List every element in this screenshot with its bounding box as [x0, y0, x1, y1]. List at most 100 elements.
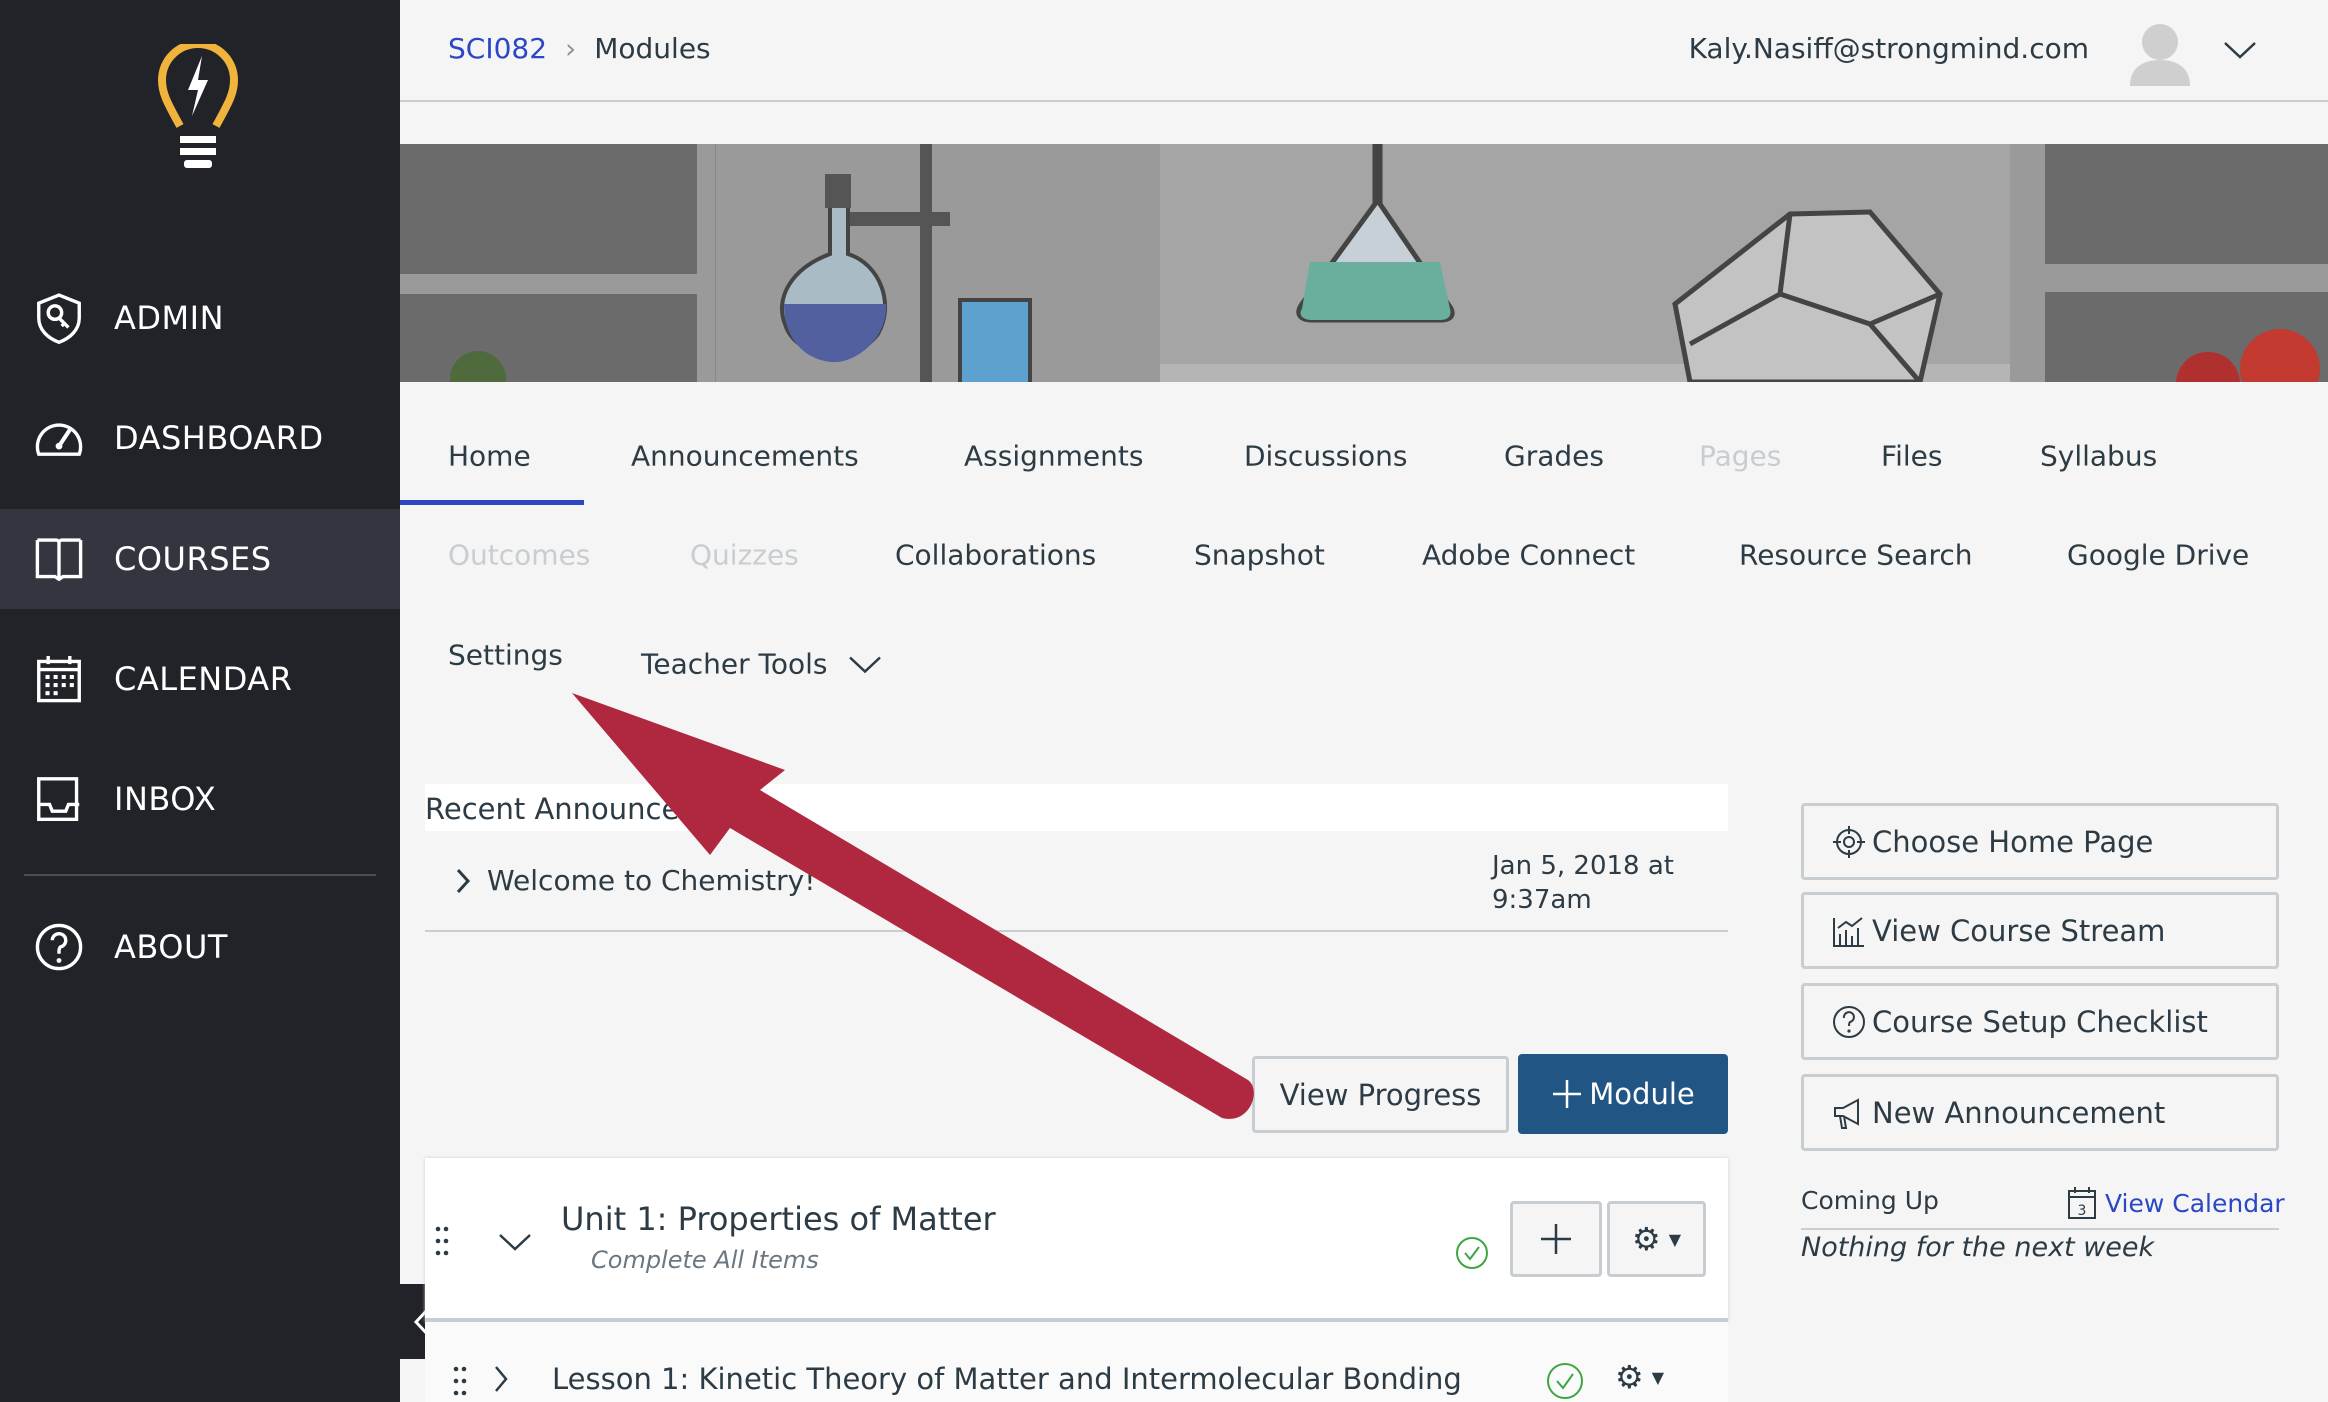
sidebar-item-dashboard[interactable]: DASHBOARD — [0, 388, 400, 488]
user-menu-chevron-down-icon[interactable] — [2222, 38, 2258, 62]
logo-lightbulb-icon[interactable] — [158, 44, 238, 176]
button-label: View Course Stream — [1872, 913, 2166, 948]
top-bar: SCI082 › Modules Kaly.Nasiff@strongmind.… — [400, 0, 2328, 102]
sidebar-item-label: ADMIN — [114, 299, 225, 337]
tab-resource-search[interactable]: Resource Search — [1739, 539, 1973, 572]
tab-google-drive[interactable]: Google Drive — [2067, 539, 2249, 572]
sidebar-item-label: CALENDAR — [114, 660, 293, 698]
tab-outcomes[interactable]: Outcomes — [448, 539, 590, 572]
tab-pages[interactable]: Pages — [1699, 440, 1781, 473]
tab-discussions[interactable]: Discussions — [1244, 440, 1408, 473]
new-announcement-button[interactable]: New Announcement — [1801, 1074, 2279, 1151]
tab-teacher-tools-label: Teacher Tools — [641, 647, 828, 681]
svg-text:3: 3 — [2078, 1203, 2087, 1219]
tab-assignments[interactable]: Assignments — [964, 440, 1143, 473]
chevron-right-icon[interactable] — [491, 1364, 511, 1394]
module-item-row[interactable]: Lesson 1: Kinetic Theory of Matter and I… — [425, 1322, 1728, 1402]
module-settings-button[interactable]: ⚙ ▼ — [1607, 1201, 1706, 1277]
module-title: Unit 1: Properties of Matter — [561, 1200, 996, 1238]
tab-grades[interactable]: Grades — [1504, 440, 1604, 473]
sidebar-item-about[interactable]: ABOUT — [0, 897, 400, 997]
add-module-label: Module — [1589, 1077, 1695, 1111]
add-item-button[interactable] — [1510, 1201, 1602, 1277]
coming-up-empty-text: Nothing for the next week — [1801, 1232, 2155, 1263]
plus-icon — [1553, 1080, 1582, 1108]
button-label: Course Setup Checklist — [1872, 1004, 2208, 1039]
collapse-module-chevron-down-icon[interactable] — [497, 1230, 533, 1254]
sidebar-divider — [24, 874, 376, 876]
shield-key-icon — [37, 293, 81, 345]
calendar-icon — [37, 656, 81, 703]
tab-syllabus[interactable]: Syllabus — [2040, 440, 2157, 473]
published-check-icon[interactable] — [1546, 1362, 1584, 1400]
book-icon — [35, 538, 83, 582]
chevron-down-icon — [849, 656, 882, 673]
view-calendar-link[interactable]: 3 View Calendar — [2067, 1186, 2285, 1220]
sidebar-item-label: DASHBOARD — [114, 419, 324, 457]
calendar-icon: 3 — [2068, 1187, 2096, 1219]
speedometer-icon — [35, 423, 83, 456]
view-course-stream-button[interactable]: View Course Stream — [1801, 892, 2279, 969]
breadcrumb-separator-icon: › — [565, 32, 577, 65]
inbox-icon — [37, 777, 80, 821]
avatar[interactable] — [2127, 16, 2193, 88]
tab-teacher-tools-dropdown[interactable]: Teacher Tools — [641, 648, 883, 681]
announcement-date: Jan 5, 2018 at 9:37am — [1492, 849, 1674, 917]
tab-collaborations[interactable]: Collaborations — [895, 539, 1096, 572]
sidebar-item-calendar[interactable]: CALENDAR — [0, 629, 400, 729]
tab-home[interactable]: Home — [448, 440, 531, 473]
sidebar-item-admin[interactable]: ADMIN — [0, 268, 400, 368]
breadcrumb-current: Modules — [594, 32, 711, 65]
megaphone-icon — [1834, 1097, 1859, 1129]
view-progress-button[interactable]: View Progress — [1252, 1056, 1509, 1133]
target-icon — [1833, 825, 1865, 858]
drag-handle-icon[interactable] — [453, 1366, 467, 1396]
gear-icon: ⚙ — [1615, 1358, 1644, 1396]
recent-announcements-title: Recent Announcements — [425, 792, 771, 826]
gear-icon: ⚙ — [1632, 1220, 1661, 1258]
sidebar-item-courses[interactable]: COURSES — [0, 509, 400, 609]
recent-announcements-header: Recent Announcements — [425, 784, 1728, 831]
tab-snapshot[interactable]: Snapshot — [1194, 539, 1325, 572]
breadcrumb-course-link[interactable]: SCI082 — [448, 32, 547, 65]
sidebar-item-inbox[interactable]: INBOX — [0, 749, 400, 849]
button-label: Choose Home Page — [1872, 824, 2154, 859]
view-progress-label: View Progress — [1279, 1077, 1482, 1112]
module-item-title[interactable]: Lesson 1: Kinetic Theory of Matter and I… — [552, 1362, 1462, 1396]
tab-quizzes[interactable]: Quizzes — [690, 539, 799, 572]
button-label: New Announcement — [1872, 1095, 2166, 1130]
coming-up-divider — [1801, 1228, 2279, 1230]
caret-down-icon: ▼ — [1668, 1229, 1681, 1249]
view-calendar-label: View Calendar — [2105, 1188, 2285, 1218]
module-header: Unit 1: Properties of Matter Complete Al… — [425, 1158, 1728, 1322]
course-banner-image — [400, 144, 2328, 382]
choose-home-page-button[interactable]: Choose Home Page — [1801, 803, 2279, 880]
chart-icon — [1833, 916, 1864, 947]
tab-settings[interactable]: Settings — [448, 639, 563, 672]
announcement-row[interactable]: Welcome to Chemistry! Jan 5, 2018 at 9:3… — [425, 831, 1728, 932]
caret-down-icon: ▼ — [1651, 1367, 1664, 1387]
announcement-date-line: Jan 5, 2018 at — [1492, 851, 1674, 881]
breadcrumb: SCI082 › Modules — [448, 32, 711, 65]
course-setup-checklist-button[interactable]: Course Setup Checklist — [1801, 983, 2279, 1060]
published-check-icon[interactable] — [1455, 1236, 1489, 1270]
sidebar-item-label: COURSES — [114, 540, 272, 578]
drag-handle-icon[interactable] — [435, 1226, 449, 1256]
user-email: Kaly.Nasiff@strongmind.com — [1688, 32, 2089, 65]
tab-adobe-connect[interactable]: Adobe Connect — [1422, 539, 1635, 572]
plus-icon — [1541, 1224, 1571, 1254]
item-settings-button[interactable]: ⚙ ▼ — [1615, 1358, 1664, 1396]
add-module-button[interactable]: Module — [1518, 1054, 1728, 1134]
sidebar: ADMIN DASHBOARD COURSES CALENDAR INBOX A… — [0, 0, 400, 1402]
question-circle-icon — [1833, 1005, 1865, 1038]
question-circle-icon — [35, 923, 83, 971]
sidebar-item-label: ABOUT — [114, 928, 228, 966]
tab-announcements[interactable]: Announcements — [631, 440, 859, 473]
tab-files[interactable]: Files — [1881, 440, 1942, 473]
announcement-title-link[interactable]: Welcome to Chemistry! — [487, 864, 815, 897]
coming-up-heading: Coming Up — [1801, 1186, 1939, 1215]
announcement-time-line: 9:37am — [1492, 885, 1592, 915]
module-requirement: Complete All Items — [591, 1246, 819, 1274]
tab-home-active-indicator — [400, 500, 584, 505]
chevron-right-icon[interactable] — [453, 867, 473, 895]
